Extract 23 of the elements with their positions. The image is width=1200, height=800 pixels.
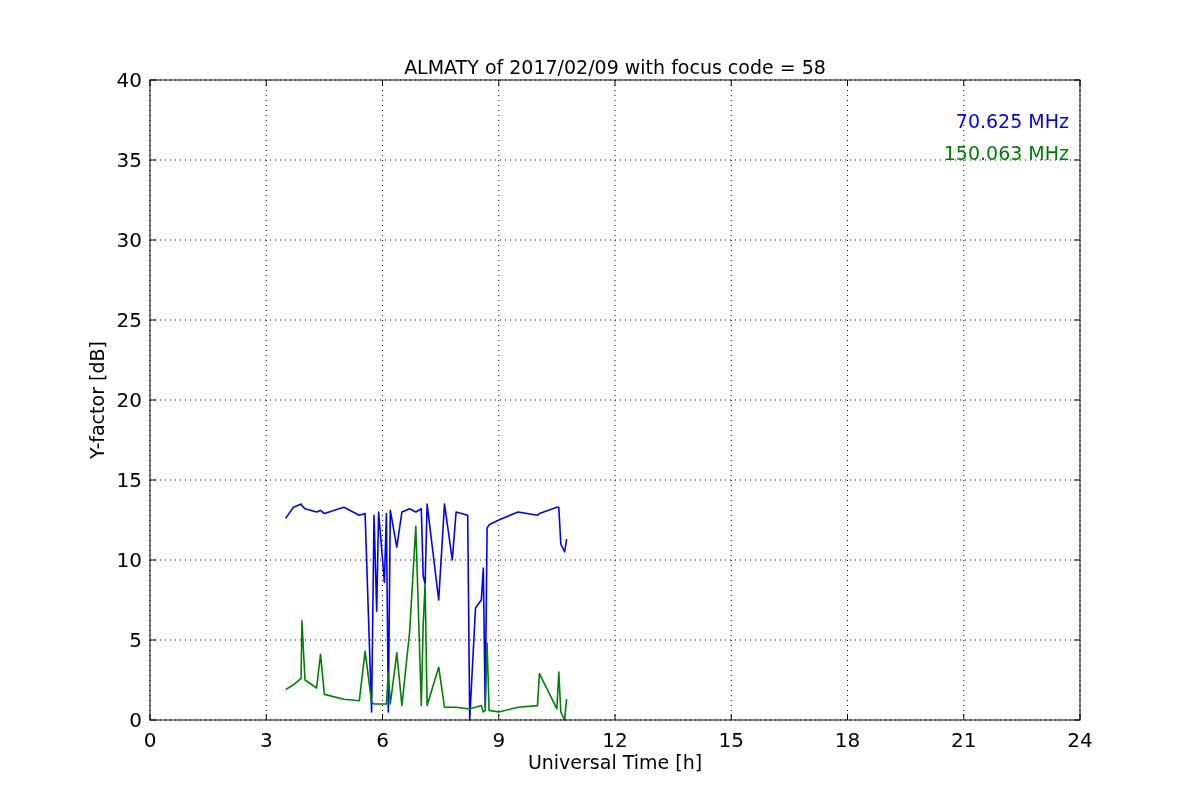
y-tick-label: 35 [116,148,142,172]
x-tick-label: 9 [492,728,506,752]
y-tick-label: 25 [116,308,142,332]
y-tick-label: 5 [129,628,142,652]
x-tick-label: 0 [143,728,157,752]
x-tick-label: 6 [376,728,389,752]
legend-label: 150.063 MHz [943,142,1069,164]
y-tick-label: 30 [116,228,142,252]
x-tick-label: 3 [259,728,273,752]
x-tick-label: 24 [1067,728,1093,752]
y-tick-label: 20 [116,388,142,412]
y-tick-label: 0 [129,708,142,732]
y-tick-label: 10 [116,548,142,572]
x-tick-label: 15 [718,728,744,752]
x-axis-label: Universal Time [h] [527,751,703,773]
y-tick-label: 15 [116,468,142,492]
x-tick-label: 21 [951,728,977,752]
y-tick-label: 40 [116,68,142,92]
x-tick-label: 18 [834,728,861,752]
legend-label: 70.625 MHz [955,110,1069,132]
x-tick-label: 12 [602,728,628,752]
y-axis-label: Y-factor [dB] [86,341,108,459]
chart-title: ALMATY of 2017/02/09 with focus code = 58 [404,56,826,78]
